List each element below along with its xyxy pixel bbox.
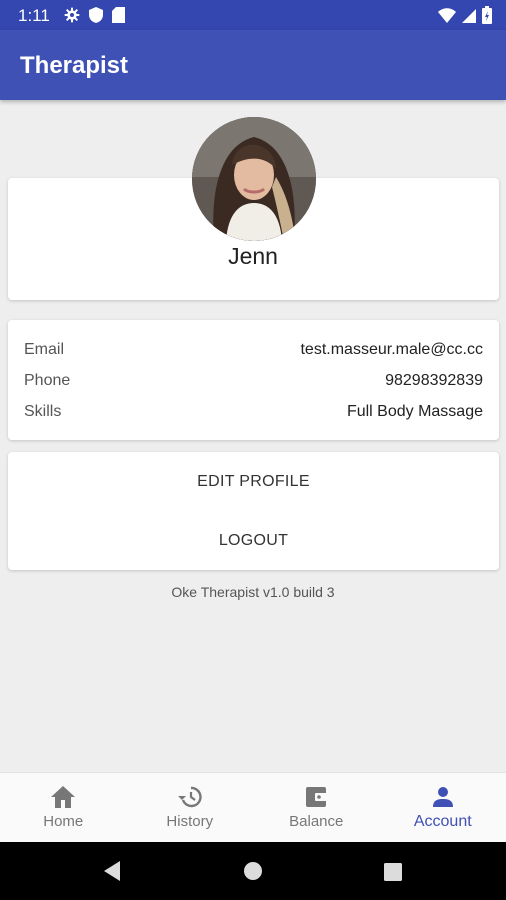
- skills-value: Full Body Massage: [346, 403, 483, 420]
- app-bar: Therapist: [0, 30, 506, 100]
- history-icon: [177, 786, 202, 808]
- info-row-email: Email test.masseur.male@cc.cc: [24, 337, 483, 363]
- shield-icon: [89, 7, 103, 23]
- battery-icon: [482, 6, 492, 24]
- nav-item-balance[interactable]: Balance: [253, 773, 380, 843]
- actions-card: EDIT PROFILE LOGOUT: [8, 452, 499, 570]
- nav-item-home[interactable]: Home: [0, 773, 127, 843]
- app-version: Oke Therapist v1.0 build 3: [171, 584, 335, 600]
- sd-card-icon: [112, 7, 125, 23]
- nav-item-account[interactable]: Account: [380, 773, 506, 843]
- home-circle-icon[interactable]: [243, 861, 263, 881]
- logout-button[interactable]: LOGOUT: [8, 521, 499, 561]
- wallet-icon: [306, 787, 328, 807]
- back-icon[interactable]: [102, 860, 122, 882]
- email-label: Email: [24, 341, 65, 358]
- info-row-phone: Phone 98298392839: [24, 368, 483, 394]
- person-icon: [432, 787, 453, 807]
- nav-label-account: Account: [413, 813, 472, 830]
- user-name: Jenn: [228, 243, 278, 269]
- nav-label-history: History: [166, 813, 214, 830]
- app-title: Therapist: [20, 52, 129, 79]
- signal-icon: [462, 9, 476, 23]
- avatar: [192, 117, 316, 241]
- info-card: Email test.masseur.male@cc.cc Phone 9829…: [8, 320, 499, 440]
- status-bar: 1:11: [0, 0, 506, 30]
- recents-icon[interactable]: [384, 863, 402, 881]
- settings-icon: [64, 7, 80, 23]
- nav-label-balance: Balance: [289, 813, 344, 830]
- edit-profile-button[interactable]: EDIT PROFILE: [8, 462, 499, 502]
- avatar-photo: [192, 117, 316, 241]
- system-nav-bar: [0, 842, 506, 900]
- nav-label-home: Home: [43, 813, 84, 830]
- status-left-icons: [64, 7, 125, 23]
- status-time: 1:11: [18, 6, 50, 25]
- info-row-skills: Skills Full Body Massage: [24, 399, 483, 425]
- nav-item-history[interactable]: History: [127, 773, 254, 843]
- phone-value: 98298392839: [385, 372, 483, 389]
- status-right-icons: [438, 6, 492, 24]
- bottom-nav: Home History Balance Account: [0, 772, 506, 843]
- email-value: test.masseur.male@cc.cc: [300, 341, 483, 358]
- wifi-icon: [438, 8, 456, 23]
- phone-label: Phone: [24, 372, 71, 389]
- skills-label: Skills: [24, 403, 62, 420]
- home-icon: [51, 786, 76, 808]
